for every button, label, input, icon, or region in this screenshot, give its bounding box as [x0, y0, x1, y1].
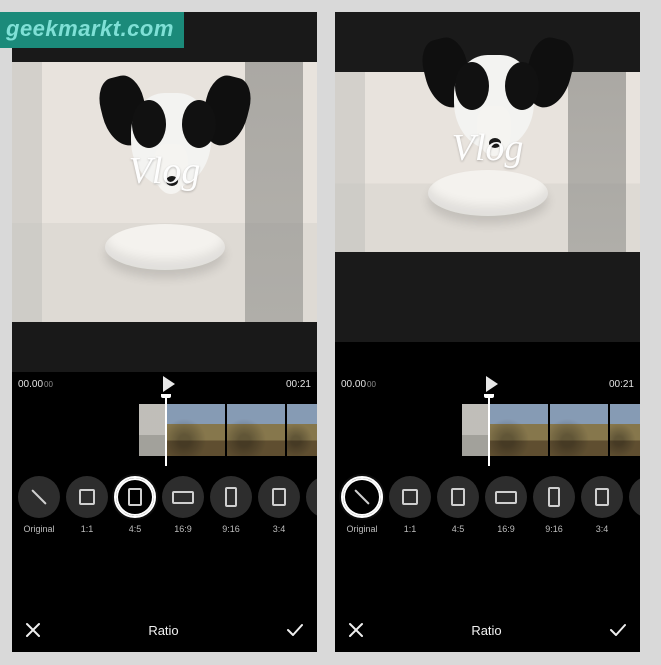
ratio-label: 16:9	[497, 524, 515, 534]
timeline-clip[interactable]	[227, 404, 285, 456]
ratio-label: 4:5	[129, 524, 142, 534]
timeline-playhead[interactable]	[488, 394, 490, 466]
ratio-label: Original	[23, 524, 54, 534]
play-button[interactable]	[486, 376, 498, 392]
ratio-options-row: Original 1:1 4:5 16:9 9:16 3:4	[335, 466, 640, 538]
ratio-icon	[210, 476, 252, 518]
ratio-label: 3:4	[273, 524, 286, 534]
timeline-clip[interactable]	[610, 404, 640, 456]
ratio-icon	[114, 476, 156, 518]
timeline-clip[interactable]	[139, 404, 165, 456]
bottom-bar: Ratio	[12, 608, 317, 652]
comparison-stage: Vlog 00.0000 00:21 Original 1:1 4:5 16:9 9:1…	[0, 0, 661, 665]
ratio-option-1:1[interactable]: 1:1	[66, 476, 108, 534]
timeline-bar: 00.0000 00:21	[12, 372, 317, 394]
timeline-track[interactable]	[335, 394, 640, 466]
time-current: 00.0000	[18, 379, 53, 390]
timeline-clip[interactable]	[462, 404, 488, 456]
phone-screenshot-right: Vlog 00.0000 00:21 Original 1:1 4:5 16:9 9:1…	[335, 12, 640, 652]
ratio-option-more[interactable]	[306, 476, 317, 534]
confirm-button[interactable]	[285, 621, 305, 639]
play-button[interactable]	[163, 376, 175, 392]
ratio-label: 9:16	[545, 524, 563, 534]
video-preview[interactable]: Vlog	[12, 12, 317, 372]
ratio-label: 1:1	[81, 524, 94, 534]
video-preview[interactable]: Vlog	[335, 12, 640, 342]
ratio-icon	[18, 476, 60, 518]
ratio-label: 4:5	[452, 524, 465, 534]
ratio-options-row: Original 1:1 4:5 16:9 9:16 3:4	[12, 466, 317, 538]
ratio-option-4:5[interactable]: 4:5	[437, 476, 479, 534]
ratio-icon	[437, 476, 479, 518]
ratio-option-4:5[interactable]: 4:5	[114, 476, 156, 534]
ratio-option-3:4[interactable]: 3:4	[581, 476, 623, 534]
ratio-option-Original[interactable]: Original	[18, 476, 60, 534]
ratio-option-9:16[interactable]: 9:16	[210, 476, 252, 534]
time-duration: 00:21	[286, 379, 311, 390]
ratio-icon	[162, 476, 204, 518]
ratio-label: 9:16	[222, 524, 240, 534]
ratio-icon	[629, 476, 640, 518]
ratio-icon	[485, 476, 527, 518]
ratio-icon	[581, 476, 623, 518]
preview-gap	[335, 342, 640, 372]
ratio-icon	[341, 476, 383, 518]
ratio-icon	[389, 476, 431, 518]
time-current: 00.0000	[341, 379, 376, 390]
ratio-option-1:1[interactable]: 1:1	[389, 476, 431, 534]
ratio-icon	[533, 476, 575, 518]
ratio-option-9:16[interactable]: 9:16	[533, 476, 575, 534]
panel-title: Ratio	[42, 623, 285, 638]
bottom-bar: Ratio	[335, 608, 640, 652]
confirm-button[interactable]	[608, 621, 628, 639]
ratio-label: Original	[346, 524, 377, 534]
cancel-button[interactable]	[347, 621, 365, 639]
ratio-label: 1:1	[404, 524, 417, 534]
ratio-label: 3:4	[596, 524, 609, 534]
ratio-label: 16:9	[174, 524, 192, 534]
timeline-clip[interactable]	[287, 404, 317, 456]
timeline-bar: 00.0000 00:21	[335, 372, 640, 394]
timeline-track[interactable]	[12, 394, 317, 466]
phone-screenshot-left: Vlog 00.0000 00:21 Original 1:1 4:5 16:9 9:1…	[12, 12, 317, 652]
timeline-clip[interactable]	[167, 404, 225, 456]
ratio-option-16:9[interactable]: 16:9	[485, 476, 527, 534]
ratio-option-Original[interactable]: Original	[341, 476, 383, 534]
ratio-icon	[66, 476, 108, 518]
ratio-icon	[306, 476, 317, 518]
cancel-button[interactable]	[24, 621, 42, 639]
time-duration: 00:21	[609, 379, 634, 390]
timeline-clip[interactable]	[550, 404, 608, 456]
letterbox-bottom	[12, 322, 317, 372]
ratio-option-16:9[interactable]: 16:9	[162, 476, 204, 534]
timeline-playhead[interactable]	[165, 394, 167, 466]
timeline-clip[interactable]	[490, 404, 548, 456]
ratio-option-3:4[interactable]: 3:4	[258, 476, 300, 534]
ratio-icon	[258, 476, 300, 518]
panel-title: Ratio	[365, 623, 608, 638]
video-frame: Vlog	[12, 62, 317, 322]
ratio-option-more[interactable]	[629, 476, 640, 534]
site-watermark: geekmarkt.com	[0, 12, 184, 48]
video-frame: Vlog	[335, 72, 640, 252]
